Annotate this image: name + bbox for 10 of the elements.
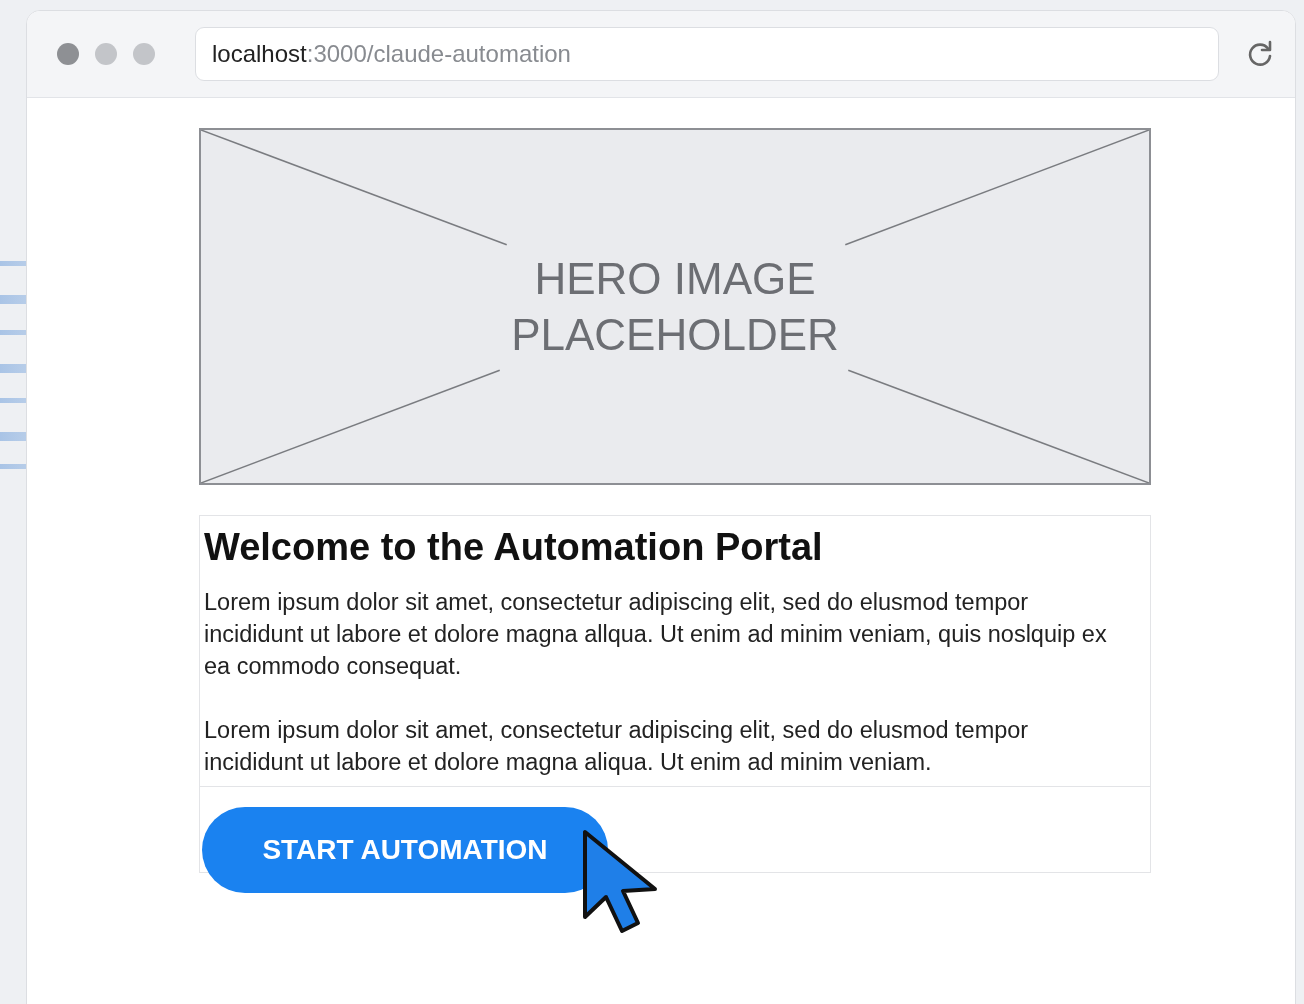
body-paragraph: Lorem ipsum dolor sit amet, consectetur adipiscing elit, sed do elusmod tempor incididunt ut labore et dolore magna aliqua. Ut enim ad minim veniam. <box>204 716 1030 777</box>
placeholder-label: HERO IMAGE PLACEHOLDER <box>510 252 840 361</box>
page-heading: Welcome to the Automation Portal <box>204 525 824 570</box>
cursor-icon <box>583 830 657 933</box>
address-bar[interactable]: localhost:3000/claude-automation <box>195 27 1219 81</box>
window-control-icon[interactable] <box>133 43 155 65</box>
start-automation-button[interactable]: START AUTOMATION <box>202 807 608 893</box>
window-control-icon[interactable] <box>57 43 79 65</box>
window-control-icon[interactable] <box>95 43 117 65</box>
body-paragraph: Lorem ipsum dolor sit amet, consectetur adipiscing elit, sed do elusmod tempor incididunt ut labore et dolore magna allqua. Ut enim ad minim veniam, quis noslquip ex ea commodo consequat. <box>204 588 1108 681</box>
